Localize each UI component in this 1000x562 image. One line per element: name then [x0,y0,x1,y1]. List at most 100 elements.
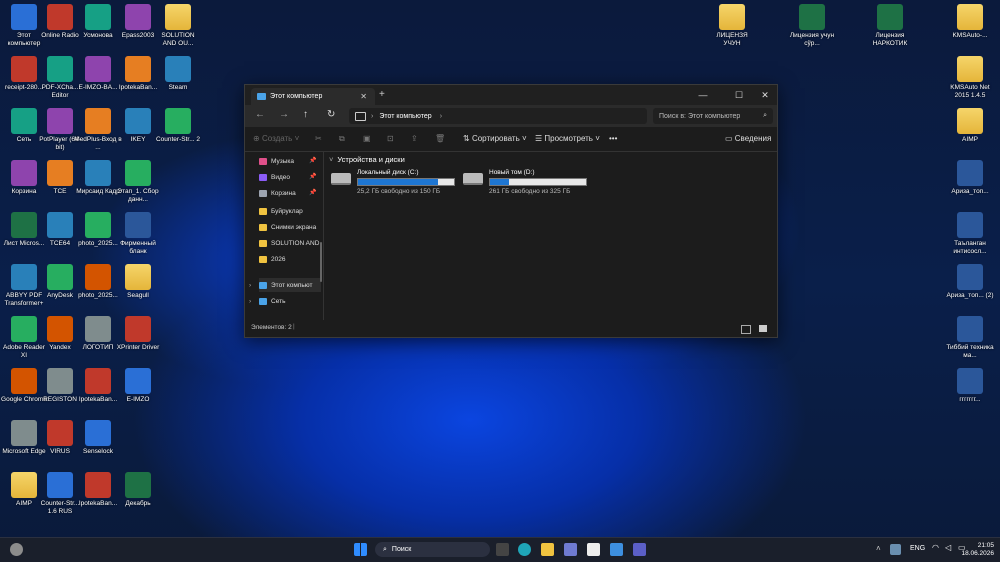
sidebar-item[interactable]: Снимки экрана [259,220,316,234]
desktop-icon[interactable]: Senselock [74,420,122,456]
tiles-view-icon[interactable] [759,325,767,332]
volume-icon[interactable]: ◁ [945,543,951,552]
store-icon[interactable] [564,543,577,556]
forward-icon[interactable]: → [279,109,289,120]
app-icon [719,4,745,30]
app-icon [47,472,73,498]
app-icon [11,4,37,30]
sidebar-item[interactable]: Видео [259,170,290,184]
address-bar[interactable]: › Этот компьютер › [349,108,647,124]
expand-chevron-icon[interactable]: › [249,298,251,305]
details-view-icon[interactable] [741,325,751,334]
weather-icon[interactable] [10,543,23,556]
taskbar: ⌕ Поиск ˄ ENG ◠ ◁ ▭ 21:05 18.06.2026 [0,537,1000,562]
desktop-icon-label: ггггггг... [959,396,981,403]
refresh-icon[interactable]: ↻ [327,109,335,120]
app-icon [957,160,983,186]
sidebar-item-label: Видео [271,173,290,181]
breadcrumb-chevron-icon[interactable]: › [440,113,442,120]
up-icon[interactable]: ↑ [303,109,308,120]
desktop-icon[interactable]: ЛИЦЕНЗЯ УЧУН [708,4,756,48]
desktop-icon-label: Senselock [83,448,113,455]
sort-button[interactable]: ⇅ Сортировать ˅ [463,134,527,143]
file-explorer-icon[interactable] [541,543,554,556]
back-icon[interactable]: ← [255,109,265,120]
desktop-icon[interactable]: Seagull [114,264,162,300]
edge-icon[interactable] [518,543,531,556]
expand-chevron-icon[interactable]: › [249,282,251,289]
monitor-icon [355,111,366,121]
share-icon[interactable]: ⇪ [411,134,418,143]
app-icon [47,212,73,238]
rename-icon[interactable]: ⊡ [387,134,394,143]
cut-icon[interactable]: ✂ [315,134,322,143]
start-icon[interactable] [354,543,367,556]
search-input[interactable]: Поиск в: Этот компьютер ⌕ [653,108,773,124]
sidebar-item[interactable]: SOLUTION AND [259,236,319,250]
desktop-icon[interactable]: ггггггг... [946,368,994,404]
language-indicator[interactable]: ENG [910,545,925,552]
app-icon [125,264,151,290]
sidebar-item[interactable]: Корзина [259,186,296,200]
app-icon [11,212,37,238]
drive-usage-fill [358,179,438,185]
sidebar-item[interactable]: › Сеть [249,294,285,308]
tab-this-pc[interactable]: Этот компьютер ✕ [251,88,375,105]
desktop-icon[interactable]: Ариза_топ... (2) [946,264,994,300]
desktop-icon[interactable]: Ариза_топ... [946,160,994,196]
search-box[interactable]: ⌕ Поиск [375,542,490,557]
section-header[interactable]: ˅ Устройства и диски [329,155,529,164]
task-view-icon[interactable] [496,543,509,556]
app-icon [957,264,983,290]
desktop-icon[interactable]: Фирменный бланк [114,212,162,256]
desktop-icon[interactable]: Этап_1. Сбор данн... [114,160,162,204]
desktop-icon[interactable]: E-IMZO [114,368,162,404]
app-icon [47,4,73,30]
app-icon [877,4,903,30]
desktop-icon[interactable]: Counter-Str... 2 [154,108,202,144]
app-icon [11,368,37,394]
sidebar-item[interactable]: › Этот компьют [249,278,321,292]
create-button[interactable]: ⊕ Создать ˅ [253,134,299,143]
desktop-icon[interactable]: KMSAuto Net 2015 1.4.5 [946,56,994,100]
close-tab-icon[interactable]: ✕ [360,92,367,101]
tray-app-icon[interactable] [890,544,901,555]
desktop-icon[interactable]: Декабрь [114,472,162,508]
sidebar-item[interactable]: 2026 [259,252,285,266]
desktop-icon[interactable]: Таъланган интисосл... [946,212,994,256]
minimize-button[interactable]: — [691,85,715,105]
clock[interactable]: 21:05 18.06.2026 [960,542,994,558]
app-icon [957,56,983,82]
view-button[interactable]: ☰ Просмотреть ˅ [535,134,600,143]
details-button[interactable]: ▭ Сведения [725,134,771,143]
desktop-icon[interactable]: XPrinter Driver [114,316,162,352]
app-icon [957,316,983,342]
wifi-icon[interactable]: ◠ [932,543,939,552]
delete-icon[interactable]: 🗑 [435,134,445,143]
document-icon[interactable] [587,543,600,556]
desktop-icon[interactable]: KMSAuto-... [946,4,994,40]
hard-drive-icon [331,173,351,185]
desktop-icon[interactable]: SOLUTION AND OU... [154,4,202,48]
copy-icon[interactable]: ⧉ [339,134,345,144]
section-title: Устройства и диски [337,155,405,164]
more-button[interactable]: ••• [609,134,617,143]
desktop-icon[interactable]: Лицензия учун сўр... [788,4,836,48]
tray-chevron-icon[interactable]: ˄ [876,544,881,553]
app-icon [165,4,191,30]
teams-icon[interactable] [633,543,646,556]
search-placeholder: Поиск в: Этот компьютер [659,112,741,120]
desktop-icon[interactable]: AIMP [946,108,994,144]
desktop-icon[interactable]: Тиббий техника ма... [946,316,994,360]
sidebar-item[interactable]: Музыка [259,154,294,168]
new-tab-button[interactable]: + [379,89,385,100]
paste-icon[interactable]: ▣ [363,134,371,143]
sidebar-item[interactable]: Буйруклар [259,204,303,218]
mail-icon[interactable] [610,543,623,556]
desktop-icon[interactable]: Лицензия НАРКОТИК [866,4,914,48]
app-icon [125,108,151,134]
sidebar-scrollbar[interactable] [320,242,322,282]
desktop-icon[interactable]: Steam [154,56,202,92]
close-button[interactable]: ✕ [753,85,777,105]
maximize-button[interactable]: ☐ [727,85,751,105]
